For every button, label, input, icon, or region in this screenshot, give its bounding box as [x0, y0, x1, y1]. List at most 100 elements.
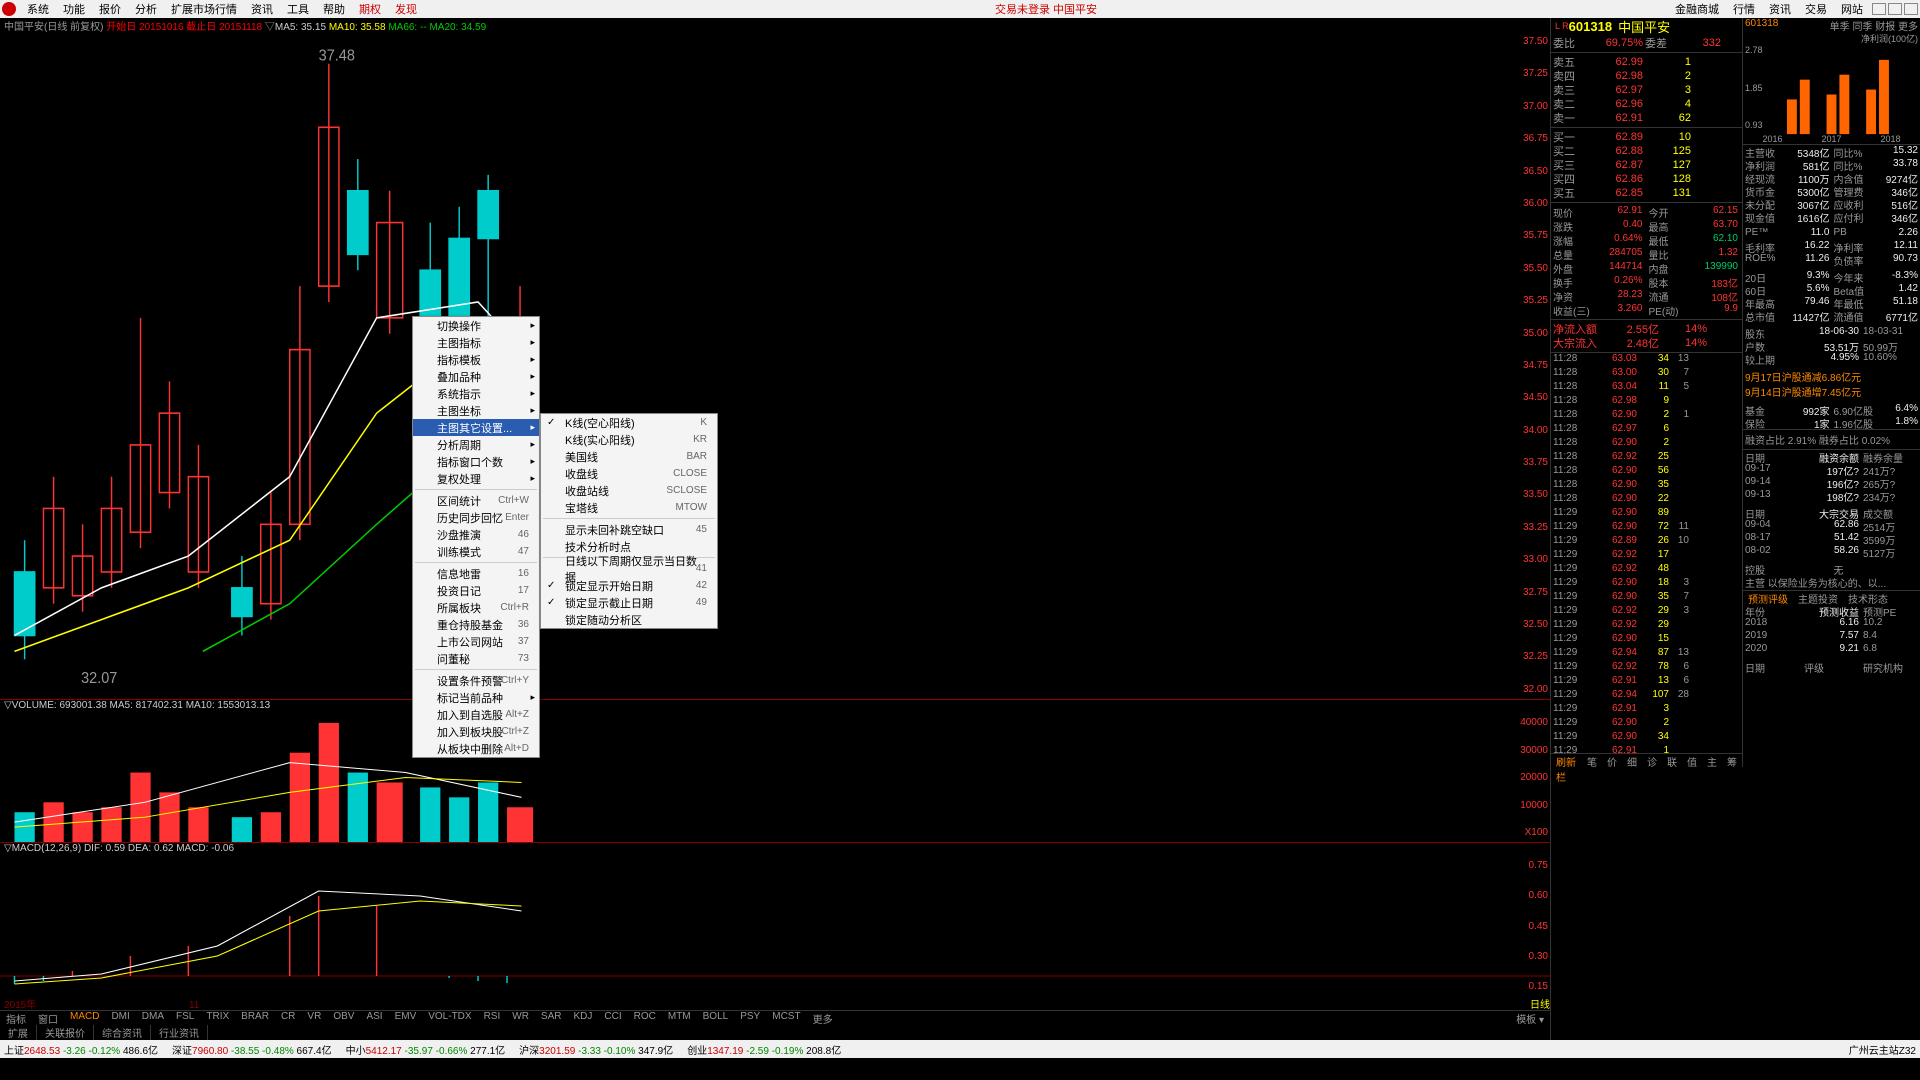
- indicator-tab[interactable]: PSY: [734, 1011, 766, 1025]
- side-tab[interactable]: 价: [1602, 754, 1622, 767]
- menu-item[interactable]: 显示未回补跳空缺口45: [541, 521, 717, 538]
- menu-item[interactable]: 系统: [20, 4, 56, 16]
- pred-tab[interactable]: 预测评级: [1743, 591, 1793, 604]
- menu-item[interactable]: 指标模板▸: [413, 351, 539, 368]
- indicator-tab[interactable]: ASI: [360, 1011, 388, 1025]
- menu-item[interactable]: 问董秘73: [413, 650, 539, 667]
- context-menu-main[interactable]: 切换操作▸主图指标▸指标模板▸叠加品种▸系统指示▸主图坐标▸主图其它设置...▸…: [412, 316, 540, 758]
- indicator-tab[interactable]: BOLL: [697, 1011, 735, 1025]
- menu-item[interactable]: 分析: [128, 4, 164, 16]
- side-tab[interactable]: 刷新栏: [1551, 754, 1582, 767]
- menu-item[interactable]: 训练模式47: [413, 543, 539, 560]
- menu-item[interactable]: 投资日记17: [413, 582, 539, 599]
- menu-item[interactable]: 历史同步回忆Enter: [413, 509, 539, 526]
- menu-link[interactable]: 交易: [1798, 1, 1834, 17]
- menu-item[interactable]: 资讯: [244, 4, 280, 16]
- menu-item[interactable]: 上市公司网站37: [413, 633, 539, 650]
- indicator-tab[interactable]: EMV: [389, 1011, 423, 1025]
- indicator-tab[interactable]: KDJ: [567, 1011, 598, 1025]
- menu-item[interactable]: 切换操作▸: [413, 317, 539, 334]
- menu-link[interactable]: 网站: [1834, 1, 1870, 17]
- menu-item[interactable]: ✓锁定显示截止日期49: [541, 594, 717, 611]
- menu-item[interactable]: 系统指示▸: [413, 385, 539, 402]
- menu-item[interactable]: 加入到自选股Alt+Z: [413, 706, 539, 723]
- macd-chart[interactable]: 0.750.600.450.300.15: [0, 856, 1550, 996]
- candlestick-chart[interactable]: 37.48 32.07: [0, 32, 1550, 700]
- menu-item[interactable]: 叠加品种▸: [413, 368, 539, 385]
- indicator-tabs[interactable]: 指标窗口MACDDMIDMAFSLTRIXBRARCRVROBVASIEMVVO…: [0, 1010, 1550, 1025]
- menu-item[interactable]: K线(实心阳线)KR: [541, 431, 717, 448]
- menu-item[interactable]: 日线以下周期仅显示当日数据41: [541, 560, 717, 577]
- menu-item[interactable]: 收盘线CLOSE: [541, 465, 717, 482]
- menu-item[interactable]: 区间统计Ctrl+W: [413, 492, 539, 509]
- menu-item[interactable]: 主图其它设置...▸: [413, 419, 539, 436]
- menu-item[interactable]: 宝塔线MTOW: [541, 499, 717, 516]
- menu-item[interactable]: 沙盘推演46: [413, 526, 539, 543]
- bottom-tab[interactable]: 关联报价: [37, 1025, 94, 1040]
- indicator-tab[interactable]: VOL-TDX: [422, 1011, 477, 1025]
- close-icon[interactable]: [1904, 3, 1918, 15]
- bottom-tab[interactable]: 综合资讯: [94, 1025, 151, 1040]
- indicator-tab[interactable]: MACD: [64, 1011, 105, 1025]
- side-tab[interactable]: 诊: [1642, 754, 1662, 767]
- menu-item[interactable]: 重仓持股基金36: [413, 616, 539, 633]
- menu-item[interactable]: 期权: [352, 4, 388, 16]
- pred-tab[interactable]: 技术形态: [1843, 591, 1893, 604]
- indicator-tab[interactable]: CCI: [598, 1011, 627, 1025]
- menu-link[interactable]: 金融商城: [1668, 1, 1726, 17]
- menu-item[interactable]: 从板块中删除Alt+D: [413, 740, 539, 757]
- menu-item[interactable]: 复权处理▸: [413, 470, 539, 487]
- bottom-tab[interactable]: 行业资讯: [151, 1025, 208, 1040]
- menu-item[interactable]: 报价: [92, 4, 128, 16]
- menu-item[interactable]: 主图坐标▸: [413, 402, 539, 419]
- volume-chart[interactable]: 40000300002000010000X100: [0, 713, 1550, 843]
- indicator-tab[interactable]: MTM: [662, 1011, 697, 1025]
- menu-item[interactable]: ✓锁定显示开始日期42: [541, 577, 717, 594]
- side-tab[interactable]: 笔: [1582, 754, 1602, 767]
- menu-link[interactable]: 资讯: [1762, 1, 1798, 17]
- menu-item[interactable]: 加入到板块股Ctrl+Z: [413, 723, 539, 740]
- indicator-tab[interactable]: BRAR: [235, 1011, 275, 1025]
- indicator-tab[interactable]: CR: [275, 1011, 301, 1025]
- side-tab[interactable]: 值: [1682, 754, 1702, 767]
- side-tab[interactable]: 主: [1702, 754, 1722, 767]
- indicator-tab[interactable]: VR: [301, 1011, 327, 1025]
- side-tab[interactable]: 细: [1622, 754, 1642, 767]
- indicator-tab[interactable]: MCST: [766, 1011, 806, 1025]
- max-icon[interactable]: [1888, 3, 1902, 15]
- indicator-tab[interactable]: 更多: [807, 1011, 839, 1025]
- indicator-tab[interactable]: FSL: [170, 1011, 200, 1025]
- menu-item[interactable]: 帮助: [316, 4, 352, 16]
- context-menu-sub[interactable]: ✓K线(空心阳线)KK线(实心阳线)KR美国线BAR收盘线CLOSE收盘站线SC…: [540, 413, 718, 629]
- indicator-tab[interactable]: TRIX: [200, 1011, 235, 1025]
- indicator-tab[interactable]: DMI: [105, 1011, 135, 1025]
- menu-item[interactable]: 主图指标▸: [413, 334, 539, 351]
- menu-link[interactable]: 行情: [1726, 1, 1762, 17]
- indicator-tab[interactable]: SAR: [535, 1011, 568, 1025]
- menu-item[interactable]: 所属板块Ctrl+R: [413, 599, 539, 616]
- menu-item[interactable]: 发现: [388, 4, 424, 16]
- fin-tab[interactable]: 单季: [1830, 22, 1850, 33]
- menu-item[interactable]: 分析周期▸: [413, 436, 539, 453]
- menu-item[interactable]: 功能: [56, 4, 92, 16]
- min-icon[interactable]: [1872, 3, 1886, 15]
- indicator-tab[interactable]: DMA: [136, 1011, 170, 1025]
- bottom-tab[interactable]: 扩展: [0, 1025, 37, 1040]
- pred-tab[interactable]: 主题投资: [1793, 591, 1843, 604]
- indicator-tab[interactable]: WR: [506, 1011, 535, 1025]
- indicator-tab[interactable]: ROC: [628, 1011, 662, 1025]
- menu-item[interactable]: 锁定随动分析区: [541, 611, 717, 628]
- menu-item[interactable]: ✓K线(空心阳线)K: [541, 414, 717, 431]
- menu-item[interactable]: 标记当前品种▸: [413, 689, 539, 706]
- menu-item[interactable]: 美国线BAR: [541, 448, 717, 465]
- side-tab[interactable]: 筹: [1722, 754, 1742, 767]
- menu-item[interactable]: 指标窗口个数▸: [413, 453, 539, 470]
- menu-item[interactable]: 工具: [280, 4, 316, 16]
- menu-item[interactable]: 设置条件预警Ctrl+Y: [413, 672, 539, 689]
- side-tab[interactable]: 联: [1662, 754, 1682, 767]
- menu-item[interactable]: 信息地雷16: [413, 565, 539, 582]
- menu-item[interactable]: 扩展市场行情: [164, 4, 244, 16]
- indicator-tab[interactable]: OBV: [327, 1011, 360, 1025]
- bottom-tabs[interactable]: 扩展关联报价综合资讯行业资讯: [0, 1025, 1550, 1040]
- indicator-tab[interactable]: RSI: [478, 1011, 507, 1025]
